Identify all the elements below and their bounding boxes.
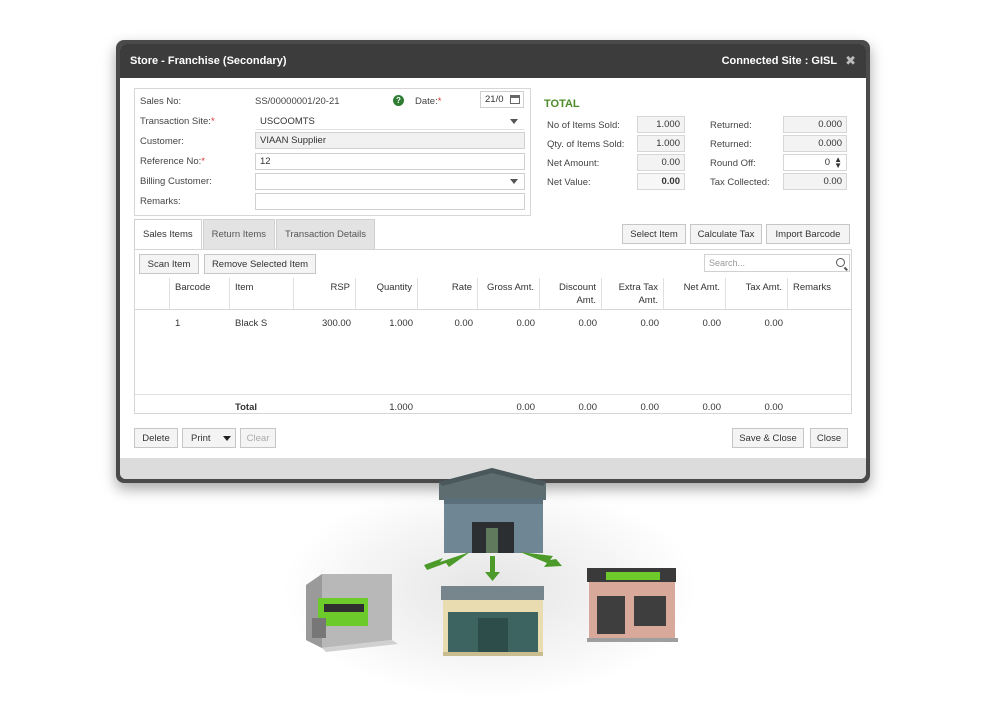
store-network-illustration	[306, 468, 678, 656]
kiosk-shop-icon	[306, 574, 398, 652]
retail-shop-icon	[587, 568, 678, 642]
grocery-shop-icon	[441, 586, 544, 656]
distribution-arrows-icon	[424, 552, 562, 581]
stage: Store - Franchise (Secondary) Connected …	[0, 0, 985, 720]
warehouse-icon	[439, 468, 546, 553]
